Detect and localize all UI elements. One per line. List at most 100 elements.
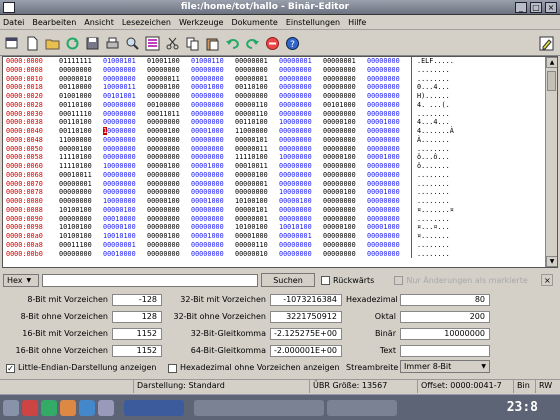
hex-cell[interactable]: 11110100 [233, 153, 277, 162]
hex-view[interactable]: 0000:0000 01111111 01000101 01001100 0100011… [2, 56, 558, 268]
hex-cell[interactable]: 00001000 [189, 197, 233, 206]
kmenu-icon[interactable] [3, 399, 19, 416]
hex-row-text[interactable]: 4. ...(. [414, 101, 474, 110]
hex-cell[interactable]: 00000110 [233, 110, 277, 119]
text-field[interactable] [400, 345, 490, 357]
hex-cell[interactable]: 00000000 [277, 206, 321, 215]
hex-cell[interactable]: 00011110 [57, 110, 101, 119]
hex-cell[interactable]: 10000000 [101, 127, 145, 136]
undo-icon[interactable] [223, 34, 242, 53]
hex-cell[interactable]: 00001000 [233, 232, 277, 241]
hex-cell[interactable]: 00000100 [145, 83, 189, 92]
hex-cell[interactable]: 00000100 [321, 188, 365, 197]
hex-row[interactable]: 0000:0018 00110000 10000011 00000100 0000100… [3, 83, 545, 92]
hex-cell[interactable]: 00000001 [233, 75, 277, 84]
hex-cell[interactable]: 00010011 [57, 171, 101, 180]
new-window-icon[interactable] [3, 34, 22, 53]
s16-field[interactable]: 1152 [112, 328, 162, 340]
hex-cell[interactable]: 00000000 [365, 57, 409, 66]
search-button[interactable]: Suchen [261, 273, 315, 287]
reload-icon[interactable] [63, 34, 82, 53]
hex-cell[interactable]: 00000100 [321, 223, 365, 232]
hex-cell[interactable]: 00000000 [233, 92, 277, 101]
hex-cell[interactable]: 00000000 [189, 118, 233, 127]
hex-row-text[interactable]: À....... [414, 136, 474, 145]
hex-row-text[interactable]: H)...... [414, 92, 474, 101]
hex-row[interactable]: 0000:0088 10100100 00000100 00000000 0000000… [3, 205, 545, 215]
hex-row-text[interactable]: ........ [414, 145, 474, 154]
hex-cell[interactable]: 00000000 [321, 75, 365, 84]
hex-cell[interactable]: 00011011 [145, 110, 189, 119]
hex-cell[interactable]: 00000000 [189, 145, 233, 154]
hex-cell[interactable]: 00000000 [101, 188, 145, 197]
f32-field[interactable]: -2.125275E+00 [270, 328, 342, 340]
hex-cell[interactable]: 01000110 [189, 57, 233, 66]
hex-row[interactable]: 0000:0030 00011110 00000000 00011011 0000000… [3, 109, 545, 119]
s32-field[interactable]: -1073216384 [270, 294, 342, 306]
hex-cell[interactable]: 10010100 [101, 232, 145, 241]
browser-icon[interactable] [60, 399, 76, 416]
hex-cell[interactable]: 00000110 [233, 101, 277, 110]
hex-cell[interactable]: 00000000 [365, 241, 409, 250]
menu-hilfe[interactable]: Hilfe [348, 18, 366, 27]
hex-cell[interactable]: 00110100 [57, 101, 101, 110]
hex-row-text[interactable]: 0...4... [414, 83, 474, 92]
paste-icon[interactable] [203, 34, 222, 53]
hex-cell[interactable]: 00000000 [145, 66, 189, 75]
hex-cell[interactable]: 00000000 [277, 83, 321, 92]
hex-row[interactable]: 0000:0068 00010011 00000000 00000000 0000000… [3, 170, 545, 180]
menu-einstellungen[interactable]: Einstellungen [286, 18, 340, 27]
hex-row-text[interactable]: ........ [414, 75, 474, 84]
hex-cell[interactable]: 00000000 [277, 136, 321, 145]
hex-row-text[interactable]: ........ [414, 250, 474, 259]
hex-cell[interactable]: 00000000 [189, 223, 233, 232]
hex-cell[interactable]: 00000000 [277, 171, 321, 180]
hex-cell[interactable]: 00000000 [277, 110, 321, 119]
u8-field[interactable]: 128 [112, 311, 162, 323]
hex-cell[interactable]: 00000000 [101, 180, 145, 189]
hex-cell[interactable]: 00000000 [101, 66, 145, 75]
hex-cell[interactable]: 00110100 [233, 83, 277, 92]
hex-cell[interactable]: 00000000 [189, 92, 233, 101]
hex-cell[interactable]: 00100000 [145, 101, 189, 110]
hex-cell[interactable]: 00000101 [233, 206, 277, 215]
hex-row-text[interactable]: ........ [414, 241, 474, 250]
hex-cell[interactable]: 00000100 [145, 197, 189, 206]
hex-cell[interactable]: 00000000 [365, 101, 409, 110]
hex-row-text[interactable]: 4...4... [414, 118, 474, 127]
hex-row-text[interactable]: ........ [414, 171, 474, 180]
hex-cell[interactable]: 00000100 [145, 232, 189, 241]
hex-row-text[interactable]: ........ [414, 215, 474, 224]
hex-cell[interactable]: 00000000 [321, 66, 365, 75]
hex-cell[interactable]: 00000000 [277, 215, 321, 224]
hex-cell[interactable]: 01000101 [101, 57, 145, 66]
hex-cell[interactable]: 00000000 [321, 162, 365, 171]
hex-cell[interactable]: 00001000 [365, 153, 409, 162]
hex-cell[interactable]: 00000100 [233, 171, 277, 180]
hex-cell[interactable]: 10010100 [277, 223, 321, 232]
hex-cell[interactable]: 00010011 [233, 162, 277, 171]
hex-cell[interactable]: 00001000 [189, 162, 233, 171]
hex-cell[interactable]: 00000000 [189, 206, 233, 215]
open-folder-icon[interactable] [43, 34, 62, 53]
hex-cell[interactable]: 00000000 [189, 180, 233, 189]
hex-row-text[interactable]: .ELF..... [414, 57, 474, 66]
hex-cell[interactable]: 11000000 [57, 136, 101, 145]
hex-cell[interactable]: 00000000 [145, 206, 189, 215]
hex-field[interactable]: 80 [400, 294, 490, 306]
terminal-icon[interactable] [41, 399, 57, 416]
s8-field[interactable]: -128 [112, 294, 162, 306]
hex-cell[interactable]: 00000000 [365, 83, 409, 92]
hex-cell[interactable]: 00000000 [321, 241, 365, 250]
hex-cell[interactable]: 00000000 [365, 75, 409, 84]
hex-row[interactable]: 0000:0060 11110100 10000000 00000100 0000100… [3, 162, 545, 171]
hex-cell[interactable]: 00000100 [57, 145, 101, 154]
hex-cell[interactable]: 00001000 [365, 188, 409, 197]
hex-cell[interactable]: 00000000 [365, 162, 409, 171]
hex-cell[interactable]: 00110100 [233, 118, 277, 127]
hex-row[interactable]: 0000:0098 10100100 00000100 00000000 0000000… [3, 223, 545, 232]
hex-row[interactable]: 0000:0020 01001000 00101001 00000000 0000000… [3, 92, 545, 101]
hex-cell[interactable]: 00000000 [365, 136, 409, 145]
backward-checkbox[interactable] [321, 275, 330, 285]
vertical-scrollbar[interactable]: ▲ ▼ [545, 57, 557, 267]
